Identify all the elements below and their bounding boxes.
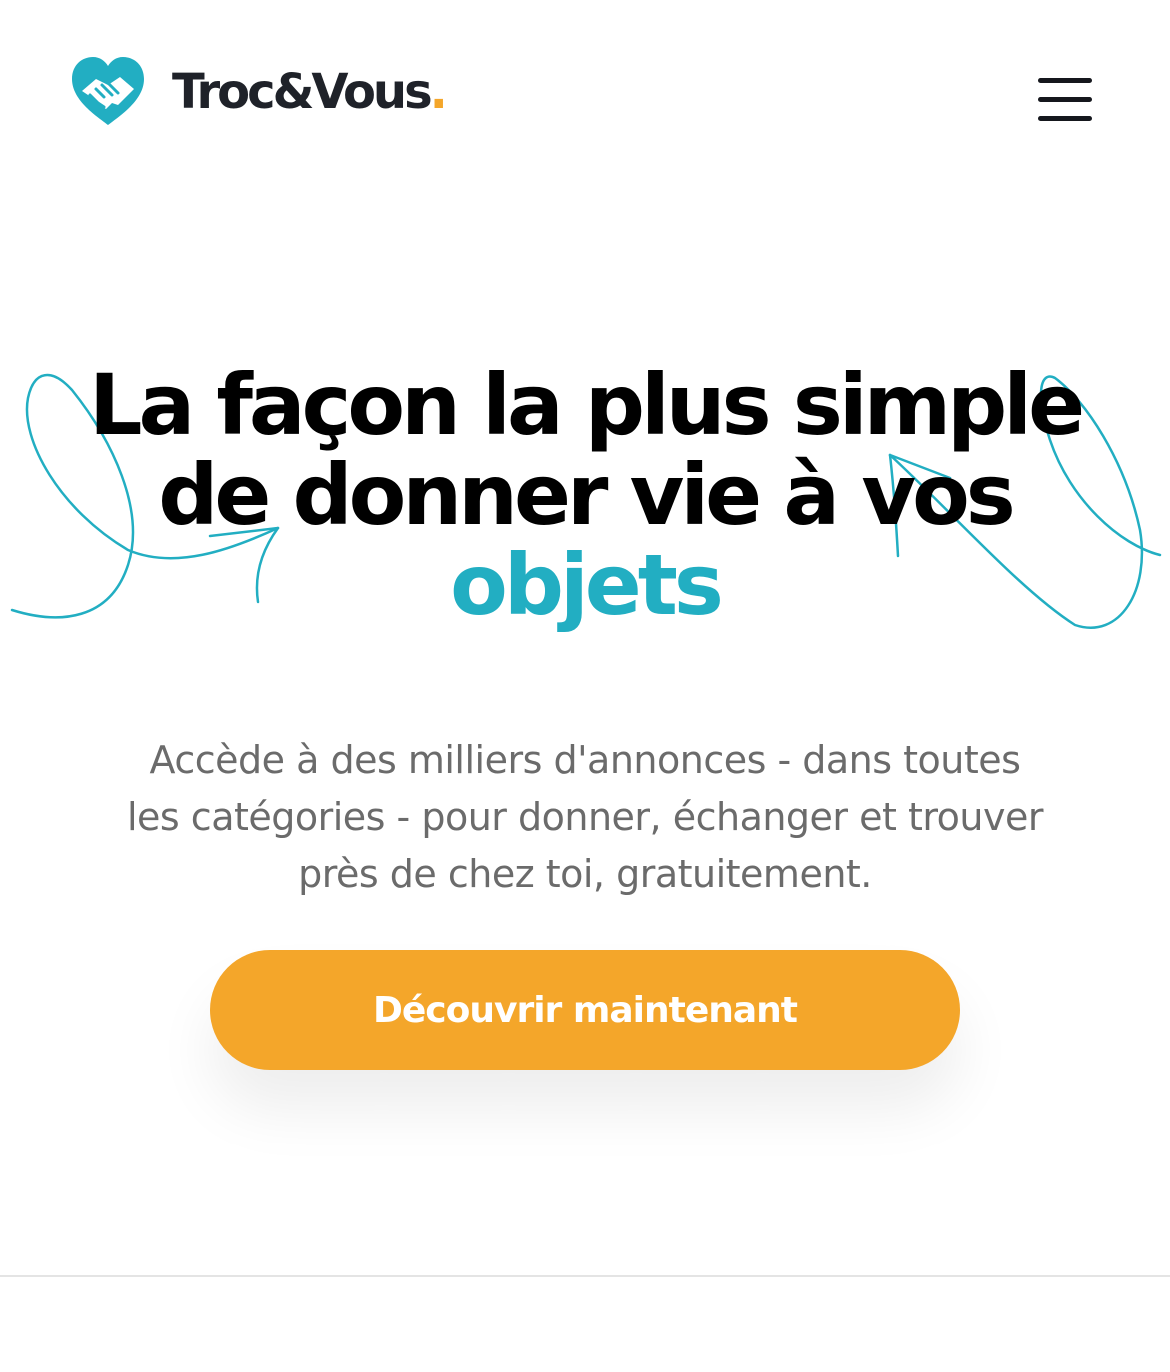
hamburger-menu-icon[interactable]: [1030, 72, 1100, 128]
hero-title-line-1: La façon la plus simple: [88, 356, 1085, 454]
hero-description-line-3: près de chez toi, gratuitement.: [298, 852, 872, 896]
menu-line-middle: [1038, 97, 1092, 102]
heart-handshake-icon: [72, 57, 144, 125]
section-divider: [0, 1275, 1170, 1277]
hero-description-line-2: les catégories - pour donner, échanger e…: [126, 795, 1044, 839]
hero-description: Accède à des milliers d'annonces - dans …: [40, 732, 1130, 903]
brand-logo[interactable]: Troc&Vous.: [68, 52, 448, 132]
menu-line-top: [1038, 78, 1092, 83]
brand-name: Troc&Vous.: [172, 68, 448, 116]
hero-title: La façon la plus simple de donner vie à …: [0, 360, 1170, 630]
brand-name-text: Troc&Vous: [172, 64, 433, 120]
brand-dot: .: [429, 64, 448, 120]
page: Troc&Vous. La façon la plus simple de do…: [0, 0, 1170, 1372]
menu-line-bottom: [1038, 116, 1092, 121]
hero-description-line-1: Accède à des milliers d'annonces - dans …: [149, 738, 1021, 782]
site-header: Troc&Vous.: [0, 0, 1170, 190]
hero-title-accent: objets: [450, 536, 724, 634]
hero-title-line-2: de donner vie à vos: [158, 446, 1016, 544]
discover-now-button[interactable]: Découvrir maintenant: [210, 950, 960, 1070]
